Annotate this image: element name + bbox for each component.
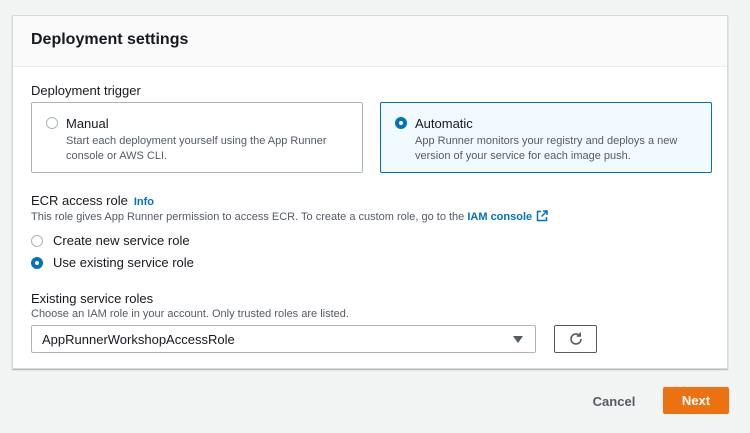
trigger-option-manual[interactable]: Manual Start each deployment yourself us… [31, 102, 363, 173]
automatic-description: App Runner monitors your registry and de… [415, 135, 678, 162]
next-button[interactable]: Next [663, 387, 729, 414]
caret-down-icon [513, 336, 523, 343]
existing-roles-label: Existing service roles [31, 291, 154, 306]
create-new-role-radio[interactable] [31, 235, 43, 247]
existing-role-select[interactable]: AppRunnerWorkshopAccessRole [31, 325, 536, 353]
ecr-access-role-header: ECR access role Info [31, 193, 154, 208]
manual-title: Manual [66, 116, 109, 131]
use-existing-role-label: Use existing service role [53, 255, 194, 270]
automatic-title: Automatic [415, 116, 473, 131]
manual-description: Start each deployment yourself using the… [66, 135, 327, 162]
existing-roles-description: Choose an IAM role in your account. Only… [31, 308, 349, 320]
external-link-icon[interactable] [536, 210, 548, 225]
existing-role-value: AppRunnerWorkshopAccessRole [42, 332, 235, 347]
use-existing-role-radio[interactable] [31, 257, 43, 269]
ecr-access-role-label: ECR access role [31, 193, 128, 208]
refresh-icon [568, 331, 584, 347]
trigger-option-automatic[interactable]: Automatic App Runner monitors your regis… [380, 102, 712, 173]
ecr-description-text: This role gives App Runner permission to… [31, 211, 465, 223]
refresh-roles-button[interactable] [554, 325, 597, 353]
info-link[interactable]: Info [134, 196, 154, 208]
ecr-access-role-description: This role gives App Runner permission to… [31, 210, 548, 225]
panel-header: Deployment settings [13, 16, 727, 67]
cancel-button[interactable]: Cancel [580, 387, 648, 415]
manual-radio[interactable] [46, 117, 58, 129]
automatic-radio[interactable] [395, 117, 407, 129]
deployment-trigger-label: Deployment trigger [31, 83, 141, 98]
deployment-settings-panel: Deployment settings Deployment trigger M… [12, 15, 728, 369]
create-new-role-label: Create new service role [53, 233, 190, 248]
iam-console-link[interactable]: IAM console [467, 211, 532, 223]
panel-title: Deployment settings [31, 31, 189, 48]
